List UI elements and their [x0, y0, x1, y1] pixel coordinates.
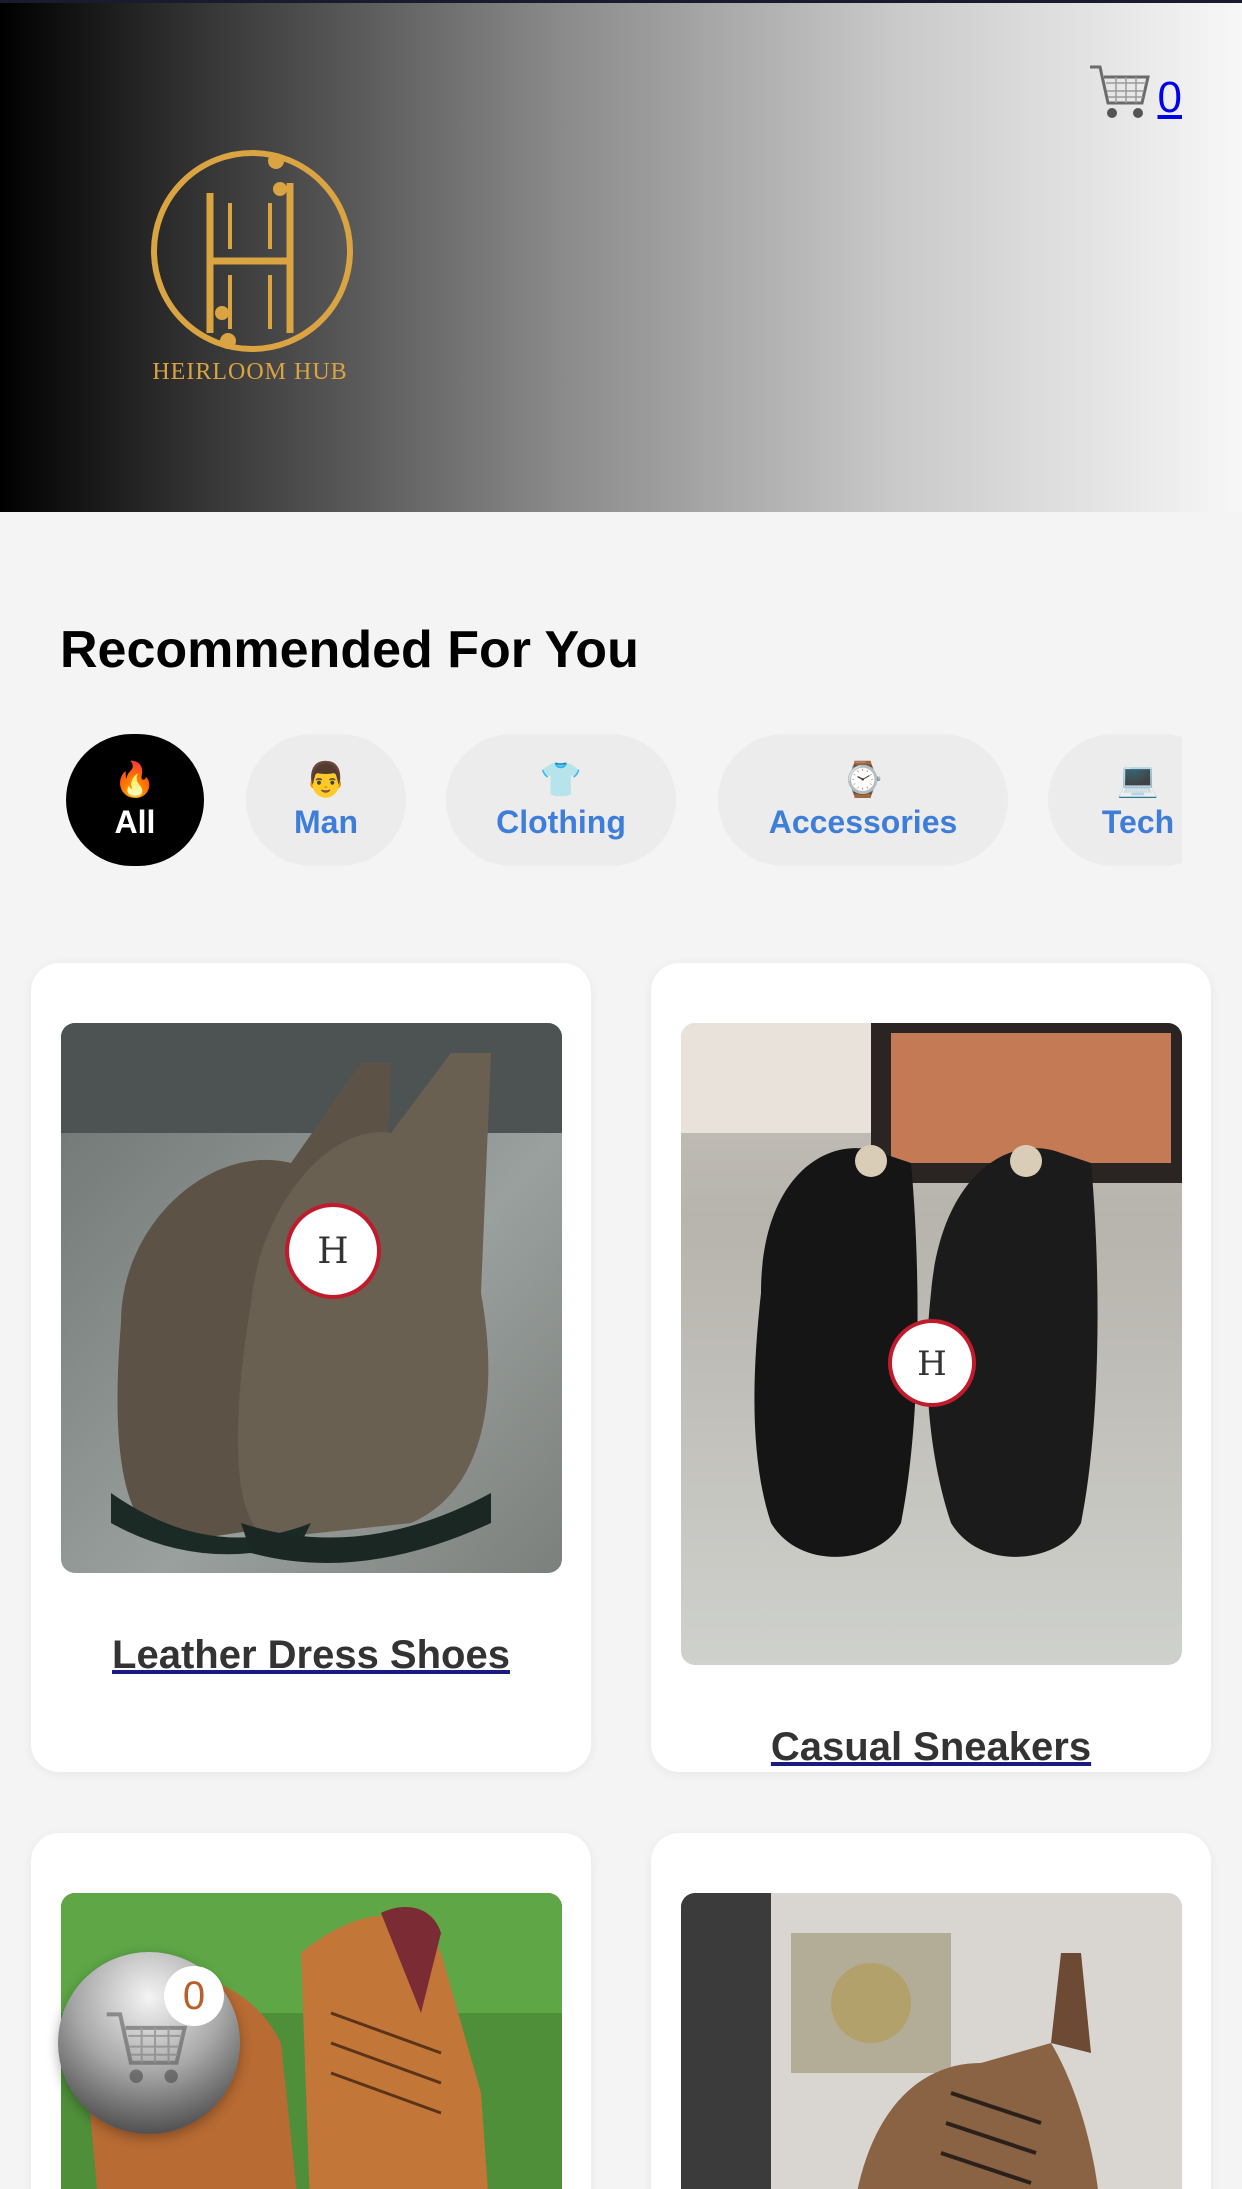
- svg-text:H: H: [317, 1231, 348, 1272]
- category-accessories[interactable]: ⌚ Accessories: [718, 734, 1008, 866]
- laptop-icon: 💻: [1116, 760, 1160, 799]
- header-banner: HEIRLOOM HUB 0: [0, 0, 1242, 512]
- header-cart-link[interactable]: 0: [1088, 61, 1182, 123]
- fire-icon: 🔥: [113, 760, 157, 799]
- category-label: Clothing: [496, 803, 626, 840]
- category-label: All: [114, 803, 156, 840]
- brand-name: HEIRLOOM HUB: [152, 359, 348, 385]
- product-image[interactable]: [681, 1893, 1182, 2189]
- category-tech[interactable]: 💻 Tech: [1048, 734, 1182, 866]
- category-clothing[interactable]: 👕 Clothing: [446, 734, 676, 866]
- category-man[interactable]: 👨 Man: [246, 734, 406, 866]
- floating-cart-button[interactable]: 0: [58, 1952, 240, 2134]
- svg-text:H: H: [917, 1344, 947, 1384]
- category-scroller[interactable]: 🔥 All 👨 Man 👕 Clothing ⌚ Accessories 💻 T…: [66, 734, 1182, 868]
- product-image[interactable]: H: [681, 1023, 1182, 1665]
- category-all[interactable]: 🔥 All: [66, 734, 204, 866]
- category-label: Accessories: [768, 803, 958, 840]
- category-label: Man: [294, 803, 358, 840]
- product-card[interactable]: [651, 1833, 1211, 2189]
- product-card[interactable]: H Leather Dress Shoes: [31, 963, 591, 1772]
- shirt-icon: 👕: [539, 760, 583, 799]
- product-card[interactable]: H Casual Sneakers: [651, 963, 1211, 1772]
- product-image[interactable]: H: [61, 1023, 562, 1573]
- floating-cart-count-badge: 0: [164, 1966, 224, 2026]
- section-title: Recommended For You: [60, 621, 639, 679]
- heirloom-hub-logo: [151, 150, 353, 352]
- man-icon: 👨: [304, 760, 348, 799]
- category-label: Tech: [1101, 803, 1175, 840]
- cart-icon: [1089, 65, 1150, 118]
- product-name[interactable]: Casual Sneakers: [651, 1725, 1211, 1770]
- product-name[interactable]: Leather Dress Shoes: [31, 1633, 591, 1678]
- header-cart-count[interactable]: 0: [1158, 73, 1182, 123]
- watch-icon: ⌚: [841, 760, 885, 799]
